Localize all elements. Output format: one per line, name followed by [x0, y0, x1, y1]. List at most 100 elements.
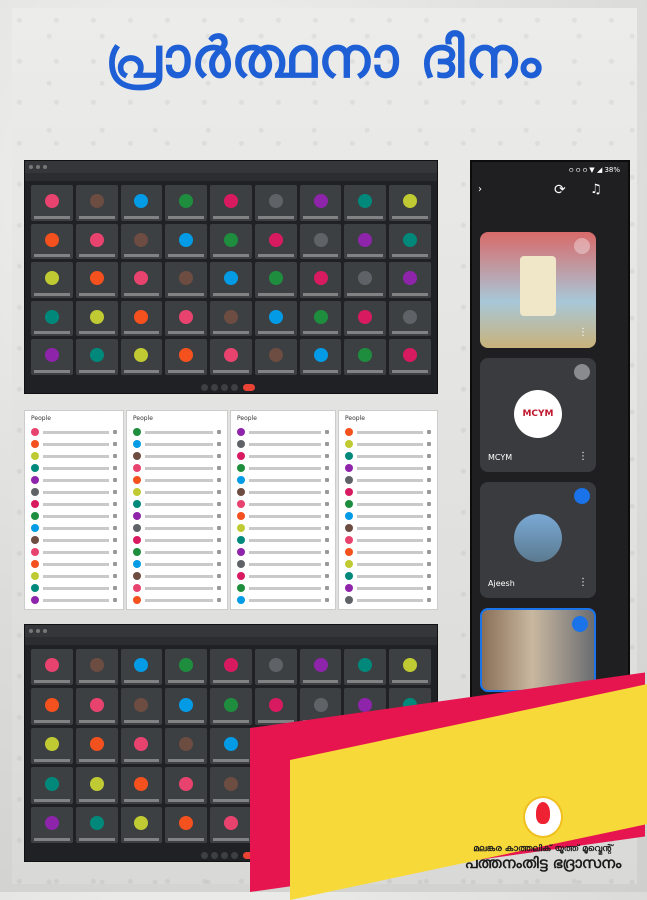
- chevron-right-icon[interactable]: ›: [478, 184, 482, 195]
- participant-tile[interactable]: [120, 339, 163, 375]
- participant-tile[interactable]: [254, 649, 297, 686]
- people-list-item[interactable]: [339, 462, 437, 474]
- people-list-item[interactable]: [231, 546, 335, 558]
- participant-tile[interactable]: [344, 649, 387, 686]
- participant-tile[interactable]: [31, 688, 73, 725]
- end-call-button[interactable]: [243, 384, 255, 391]
- participant-tile[interactable]: [210, 185, 252, 221]
- participant-tile[interactable]: [75, 806, 118, 843]
- participant-tile[interactable]: [299, 339, 342, 375]
- participant-tile[interactable]: [165, 727, 208, 765]
- people-list-item[interactable]: [339, 438, 437, 450]
- participant-tile[interactable]: [344, 300, 387, 337]
- people-list-item[interactable]: [25, 582, 123, 594]
- participant-tile[interactable]: [120, 300, 163, 337]
- participant-tile[interactable]: [31, 185, 73, 221]
- people-list-item[interactable]: [127, 498, 227, 510]
- more-button[interactable]: [231, 852, 238, 859]
- participant-tile[interactable]: [389, 185, 431, 221]
- people-list-item[interactable]: [25, 462, 123, 474]
- participant-tile[interactable]: [210, 300, 252, 337]
- people-list-item[interactable]: [339, 486, 437, 498]
- people-list-item[interactable]: [231, 450, 335, 462]
- participant-tile[interactable]: [299, 300, 342, 337]
- participant-tile[interactable]: [120, 767, 163, 804]
- participant-tile[interactable]: [31, 727, 73, 765]
- participant-tile[interactable]: [120, 223, 163, 260]
- participant-tile[interactable]: [75, 649, 118, 686]
- people-list-item[interactable]: [25, 558, 123, 570]
- participant-tile[interactable]: [344, 185, 387, 221]
- people-list-item[interactable]: [231, 594, 335, 606]
- people-list-item[interactable]: [127, 438, 227, 450]
- participant-tile[interactable]: [389, 649, 431, 686]
- participant-tile[interactable]: [210, 727, 252, 765]
- participant-tile[interactable]: [120, 649, 163, 686]
- camera-button[interactable]: [211, 852, 218, 859]
- participant-tile[interactable]: [120, 806, 163, 843]
- present-button[interactable]: [221, 852, 228, 859]
- participant-tile[interactable]: [75, 688, 118, 725]
- participant-tile[interactable]: [210, 223, 252, 260]
- people-list-item[interactable]: [339, 582, 437, 594]
- participant-tile[interactable]: [254, 262, 297, 298]
- participant-tile[interactable]: [165, 223, 208, 260]
- people-list-item[interactable]: [339, 510, 437, 522]
- participant-tile[interactable]: [165, 649, 208, 686]
- participant-tile[interactable]: [120, 727, 163, 765]
- participant-card-ajeesh[interactable]: Ajeesh ⋮: [480, 482, 596, 598]
- participant-tile[interactable]: [165, 262, 208, 298]
- people-list-item[interactable]: [339, 558, 437, 570]
- people-list-item[interactable]: [231, 474, 335, 486]
- people-list-item[interactable]: [25, 522, 123, 534]
- people-list-item[interactable]: [127, 558, 227, 570]
- participant-tile[interactable]: [344, 262, 387, 298]
- people-list-item[interactable]: [25, 546, 123, 558]
- people-list-item[interactable]: [339, 498, 437, 510]
- people-list-item[interactable]: [231, 570, 335, 582]
- people-list-item[interactable]: [25, 570, 123, 582]
- people-list-item[interactable]: [127, 426, 227, 438]
- people-list-item[interactable]: [339, 450, 437, 462]
- people-list-item[interactable]: [231, 522, 335, 534]
- more-options-icon[interactable]: ⋮: [578, 577, 588, 588]
- people-list-item[interactable]: [25, 474, 123, 486]
- participant-tile[interactable]: [210, 649, 252, 686]
- participant-tile[interactable]: [299, 185, 342, 221]
- participant-tile[interactable]: [210, 262, 252, 298]
- people-list-item[interactable]: [25, 450, 123, 462]
- participant-tile[interactable]: [75, 300, 118, 337]
- people-list-item[interactable]: [231, 558, 335, 570]
- people-list-item[interactable]: [231, 438, 335, 450]
- participant-tile[interactable]: [299, 649, 342, 686]
- participant-tile[interactable]: [165, 185, 208, 221]
- participant-tile[interactable]: [75, 767, 118, 804]
- mic-button[interactable]: [201, 852, 208, 859]
- participant-tile[interactable]: [254, 339, 297, 375]
- people-list-item[interactable]: [231, 462, 335, 474]
- camera-button[interactable]: [211, 384, 218, 391]
- people-list-item[interactable]: [127, 450, 227, 462]
- present-button[interactable]: [221, 384, 228, 391]
- participant-tile[interactable]: [31, 262, 73, 298]
- people-list-item[interactable]: [127, 570, 227, 582]
- participant-card-mcym[interactable]: MCYM MCYM ⋮: [480, 358, 596, 472]
- participant-tile[interactable]: [210, 806, 252, 843]
- participant-tile[interactable]: [31, 649, 73, 686]
- participant-tile[interactable]: [120, 185, 163, 221]
- participant-tile[interactable]: [389, 339, 431, 375]
- people-list-item[interactable]: [127, 534, 227, 546]
- people-list-item[interactable]: [127, 546, 227, 558]
- people-list-item[interactable]: [25, 498, 123, 510]
- people-list-item[interactable]: [25, 486, 123, 498]
- people-list-item[interactable]: [339, 522, 437, 534]
- mic-button[interactable]: [201, 384, 208, 391]
- participant-tile[interactable]: [389, 262, 431, 298]
- participant-tile[interactable]: [165, 806, 208, 843]
- participant-tile[interactable]: [75, 339, 118, 375]
- participant-tile[interactable]: [254, 185, 297, 221]
- people-list-item[interactable]: [127, 474, 227, 486]
- people-list-item[interactable]: [339, 534, 437, 546]
- participant-tile[interactable]: [299, 262, 342, 298]
- people-list-item[interactable]: [339, 570, 437, 582]
